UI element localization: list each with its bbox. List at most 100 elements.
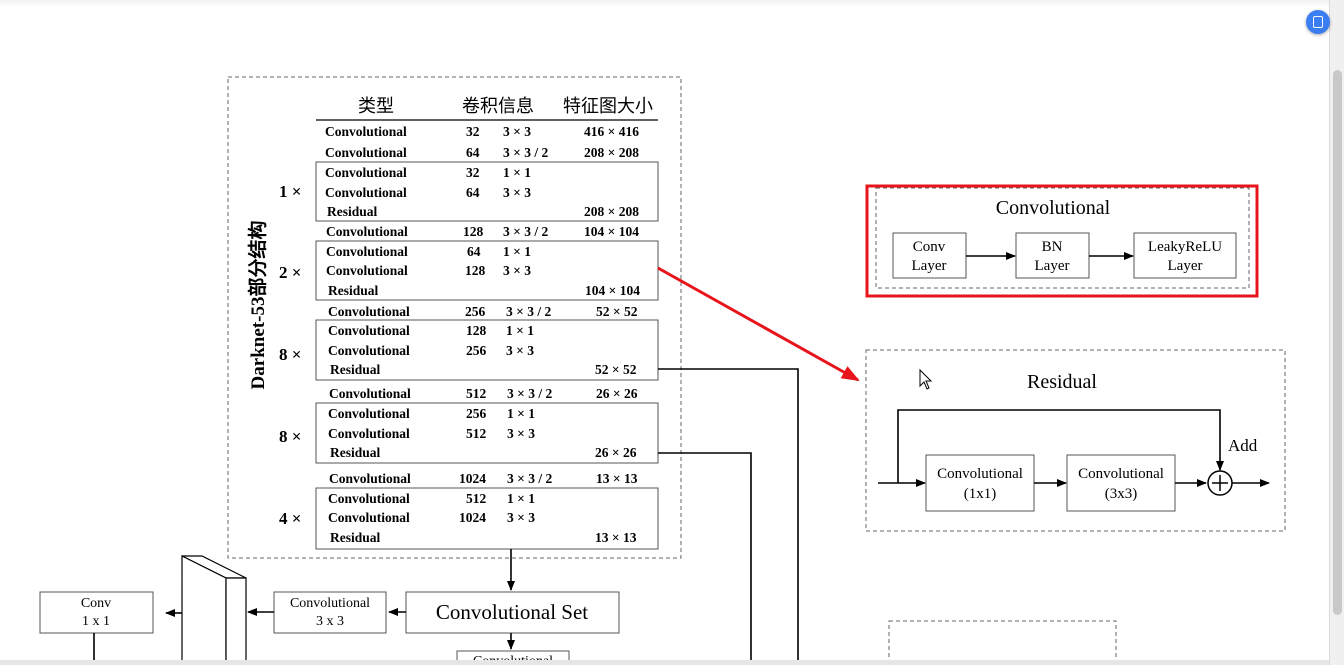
row-kernel: 1 × 1: [503, 165, 531, 180]
row-filters: 32: [466, 165, 480, 180]
row-size: 26 × 26: [596, 386, 638, 401]
row-kernel: 3 × 3: [503, 263, 531, 278]
row-size: 52 × 52: [596, 304, 638, 319]
conv-layer-label-2: Layer: [912, 258, 947, 274]
row-filters: 256: [466, 406, 487, 421]
row-filters: 128: [463, 224, 484, 239]
row-filters: 1024: [459, 471, 486, 486]
highlight-arrow-to-residual: [657, 266, 860, 382]
row-kernel: 3 × 3: [506, 343, 534, 358]
row-type: Convolutional: [328, 510, 410, 525]
row-type: Convolutional: [329, 471, 411, 486]
route-52x52: [658, 368, 799, 665]
row-filters: 512: [466, 386, 487, 401]
leakyrelu-label-1: LeakyReLU: [1148, 239, 1222, 255]
row-filters: 512: [466, 491, 487, 506]
residual-conv1-label-2: (1x1): [964, 486, 997, 502]
conv3x3-label-2: 3 x 3: [316, 614, 344, 629]
row-size: 104 × 104: [585, 283, 640, 298]
row-type: Residual: [330, 445, 381, 460]
row-kernel: 1 × 1: [507, 406, 535, 421]
header-conv-info: 卷积信息: [462, 96, 534, 116]
residual-title: Residual: [1027, 371, 1097, 393]
row-kernel: 3 × 3 / 2: [507, 471, 552, 486]
row-filters: 512: [466, 426, 487, 441]
row-type: Convolutional: [328, 304, 410, 319]
feature-map-side: [225, 577, 247, 665]
row-size: 13 × 13: [596, 471, 638, 486]
row-size: 104 × 104: [584, 224, 639, 239]
document-icon: [1313, 16, 1323, 28]
row-kernel: 3 × 3 / 2: [503, 145, 548, 160]
row-kernel: 1 × 1: [503, 244, 531, 259]
row-size: 52 × 52: [595, 362, 637, 377]
multiplier-8x-b: 8 ×: [279, 427, 301, 446]
row-size: 416 × 416: [584, 124, 639, 139]
row-filters: 32: [466, 124, 480, 139]
row-kernel: 3 × 3: [507, 426, 535, 441]
row-kernel: 3 × 3: [503, 185, 531, 200]
row-type: Residual: [330, 530, 381, 545]
multiplier-8x-a: 8 ×: [279, 345, 301, 364]
row-kernel: 1 × 1: [506, 323, 534, 338]
header-type: 类型: [358, 96, 394, 116]
row-filters: 256: [465, 304, 486, 319]
row-size: 208 × 208: [584, 204, 639, 219]
scrollbar-thumb[interactable]: [1333, 70, 1342, 615]
multiplier-1x: 1 ×: [279, 182, 301, 201]
residual-conv1-box: [925, 454, 1035, 512]
row-type: Convolutional: [326, 244, 408, 259]
conv1x1-label-1: Conv: [81, 596, 111, 611]
conv-set-label: Convolutional Set: [436, 600, 588, 624]
residual-conv2-box: [1066, 454, 1176, 512]
row-filters: 64: [467, 244, 481, 259]
bottom-scroll-track[interactable]: [0, 660, 1330, 665]
row-type: Convolutional: [329, 386, 411, 401]
darknet-diagram: 类型 卷积信息 特征图大小 Convolutional 32 3 × 3 416…: [39, 76, 1286, 665]
route-26x26: [658, 452, 752, 665]
row-kernel: 3 × 3 / 2: [507, 386, 552, 401]
residual-conv1-label-1: Convolutional: [937, 466, 1023, 482]
row-type: Convolutional: [328, 491, 410, 506]
row-kernel: 1 × 1: [507, 491, 535, 506]
row-filters: 128: [466, 323, 487, 338]
row-kernel: 3 × 3: [503, 124, 531, 139]
residual-conv2-label-1: Convolutional: [1078, 466, 1164, 482]
multiplier-4x: 4 ×: [279, 509, 301, 528]
row-type: Convolutional: [328, 323, 410, 338]
row-type: Residual: [327, 204, 378, 219]
row-filters: 64: [466, 185, 480, 200]
conv1x1-label-2: 1 x 1: [82, 614, 110, 629]
leakyrelu-label-2: Layer: [1168, 258, 1203, 274]
row-type: Convolutional: [328, 406, 410, 421]
row-filters: 1024: [459, 510, 486, 525]
row-type: Convolutional: [326, 263, 408, 278]
row-type: Residual: [328, 283, 379, 298]
row-type: Convolutional: [325, 165, 407, 180]
row-kernel: 3 × 3 / 2: [503, 224, 548, 239]
row-type: Convolutional: [328, 343, 410, 358]
conv-layer-label-1: Conv: [913, 239, 946, 255]
row-type: Convolutional: [328, 426, 410, 441]
bn-layer-label-2: Layer: [1035, 258, 1070, 274]
multiplier-2x: 2 ×: [279, 263, 301, 282]
add-label: Add: [1228, 436, 1258, 455]
row-type: Convolutional: [326, 224, 408, 239]
row-size: 26 × 26: [595, 445, 637, 460]
row-type: Residual: [330, 362, 381, 377]
row-size: 208 × 208: [584, 145, 639, 160]
partial-dashed-box: [888, 620, 1117, 665]
row-filters: 128: [465, 263, 486, 278]
row-type: Convolutional: [325, 145, 407, 160]
darknet-side-label: Darknet-53部分结构: [246, 221, 269, 390]
vertical-scrollbar[interactable]: [1329, 0, 1344, 665]
row-type: Convolutional: [325, 124, 407, 139]
conv3x3-label-1: Convolutional: [290, 596, 370, 611]
row-kernel: 3 × 3 / 2: [506, 304, 551, 319]
bn-layer-label-1: BN: [1042, 239, 1063, 255]
header-feature-size: 特征图大小: [563, 96, 653, 116]
mouse-cursor-icon: [919, 368, 933, 390]
row-filters: 64: [466, 145, 480, 160]
floating-tool-button[interactable]: [1306, 10, 1330, 34]
row-filters: 256: [466, 343, 487, 358]
